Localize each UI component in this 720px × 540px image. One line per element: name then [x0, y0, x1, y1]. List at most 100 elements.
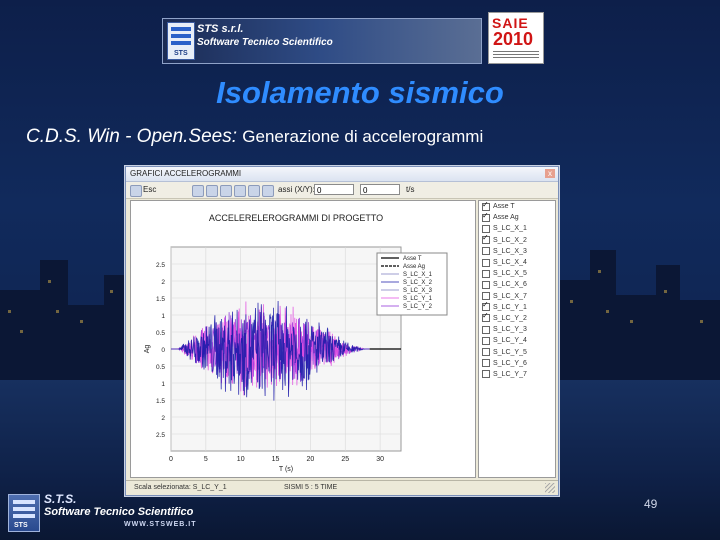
- checklist-label: S_LC_Y_2: [493, 314, 527, 322]
- checkbox[interactable]: [482, 224, 490, 233]
- checklist-label: S_LC_X_7: [493, 292, 527, 300]
- x-tick-label: 5: [204, 456, 208, 463]
- checklist-label: S_LC_X_1: [493, 225, 527, 233]
- window-title: GRAFICI ACCELEROGRAMMI: [130, 169, 242, 178]
- legend-label: S_LC_X_1: [403, 272, 433, 278]
- slide-subtitle: C.D.S. Win - Open.Sees: Generazione di a…: [26, 126, 483, 148]
- checklist-item[interactable]: S_LC_X_1: [479, 223, 555, 234]
- accelerogram-chart: ACCELERELEROGRAMMI DI PROGETTO 2.5 2 1.5 1 0.…: [131, 201, 475, 477]
- footer-website: WWW.STSWEB.IT: [124, 521, 197, 528]
- x-axis-label: T (s): [279, 466, 293, 473]
- y-tick-label: 0.5: [156, 330, 165, 337]
- chart-title: ACCELERELEROGRAMMI DI PROGETTO: [209, 213, 383, 223]
- exit-icon[interactable]: [130, 185, 142, 197]
- checklist-label: S_LC_Y_5: [493, 348, 527, 356]
- footer-logo-text: STS: [14, 522, 28, 529]
- accelerogram-window: GRAFICI ACCELEROGRAMMI x Esc assi (X/Y):…: [125, 166, 559, 496]
- logo-text: STS: [174, 50, 188, 57]
- checkbox[interactable]: [482, 359, 490, 368]
- chart-panel: ACCELERELEROGRAMMI DI PROGETTO 2.5 2 1.5 1 0.…: [130, 200, 476, 478]
- checkbox[interactable]: [482, 269, 490, 278]
- y-tick-label: 1: [161, 381, 165, 388]
- checkbox[interactable]: [482, 280, 490, 289]
- checklist-item[interactable]: Asse T: [479, 201, 555, 212]
- checklist-label: S_LC_X_6: [493, 281, 527, 289]
- checkbox[interactable]: [482, 201, 490, 211]
- x-tick-label: 30: [376, 456, 384, 463]
- y-tick-label: 2.5: [156, 432, 165, 439]
- y-tick-label: 1.5: [156, 398, 165, 405]
- saie-event-logo: SAIE 2010: [488, 12, 544, 64]
- legend-label: S_LC_Y_2: [403, 304, 433, 310]
- checklist-label: S_LC_Y_7: [493, 370, 527, 378]
- checklist-label: S_LC_X_5: [493, 270, 527, 278]
- checklist-item[interactable]: Asse Ag: [479, 211, 555, 223]
- copy-icon[interactable]: [248, 185, 260, 197]
- checklist-label: S_LC_Y_4: [493, 337, 527, 345]
- axes-label: assi (X/Y):: [278, 185, 315, 194]
- checkbox[interactable]: [482, 311, 490, 323]
- checklist-label: S_LC_Y_6: [493, 359, 527, 367]
- checklist-item[interactable]: S_LC_X_2: [479, 233, 555, 246]
- checklist-item[interactable]: S_LC_X_7: [479, 291, 555, 302]
- print-icon[interactable]: [192, 185, 204, 197]
- axis-y-input[interactable]: 0: [360, 184, 400, 195]
- window-titlebar[interactable]: GRAFICI ACCELEROGRAMMI x: [126, 167, 558, 182]
- y-tick-label: 0: [161, 347, 165, 354]
- checkbox[interactable]: [482, 348, 490, 357]
- slide-title: Isolamento sismico: [216, 75, 504, 110]
- checkbox[interactable]: [482, 336, 490, 345]
- zoom-window-icon[interactable]: [234, 185, 246, 197]
- footer-company-abbrev: S.T.S.: [44, 492, 77, 506]
- close-icon[interactable]: x: [545, 169, 555, 178]
- zoom-in-icon[interactable]: [206, 185, 218, 197]
- checklist-label: S_LC_X_4: [493, 259, 527, 267]
- checkbox[interactable]: [482, 325, 490, 334]
- checklist-item[interactable]: S_LC_Y_2: [479, 311, 555, 324]
- legend-label: Asse Ag: [403, 264, 425, 270]
- x-tick-label: 15: [272, 456, 280, 463]
- checkbox[interactable]: [482, 211, 490, 222]
- checklist-item[interactable]: S_LC_Y_5: [479, 346, 555, 357]
- page-number: 49: [644, 497, 658, 511]
- axis-x-input[interactable]: 0: [314, 184, 354, 195]
- legend-label: Asse T: [403, 256, 422, 262]
- sts-logo-icon: STS: [167, 22, 195, 60]
- event-logo-year: 2010: [493, 29, 534, 49]
- checklist-label: S_LC_Y_1: [493, 303, 527, 311]
- y-tick-label: 1: [161, 313, 165, 320]
- sts-footer-logo-icon: STS: [8, 494, 40, 532]
- checklist-item[interactable]: S_LC_X_6: [479, 279, 555, 290]
- checklist-item[interactable]: S_LC_Y_1: [479, 300, 555, 313]
- export-icon[interactable]: [262, 185, 274, 197]
- checklist-item[interactable]: S_LC_X_5: [479, 268, 555, 279]
- checklist-item[interactable]: S_LC_X_4: [479, 257, 555, 268]
- checklist-label: Asse T: [493, 203, 515, 211]
- zoom-out-icon[interactable]: [220, 185, 232, 197]
- checkbox[interactable]: [482, 233, 490, 245]
- subtitle-text: Generazione di accelerogrammi: [242, 127, 484, 146]
- company-banner: STS STS s.r.l. Software Tecnico Scientif…: [162, 18, 482, 64]
- checklist-item[interactable]: S_LC_Y_3: [479, 324, 555, 335]
- checkbox[interactable]: [482, 300, 490, 312]
- checklist-item[interactable]: S_LC_Y_7: [479, 369, 555, 380]
- company-tagline: Software Tecnico Scientifico: [197, 37, 333, 48]
- legend-label: S_LC_X_3: [403, 288, 433, 294]
- subtitle-program: C.D.S. Win - Open.Sees:: [26, 126, 238, 147]
- checkbox[interactable]: [482, 247, 490, 256]
- checkbox[interactable]: [482, 292, 490, 301]
- esc-label: Esc: [143, 185, 157, 194]
- resize-grip-icon[interactable]: [545, 483, 555, 493]
- checkbox[interactable]: [482, 370, 490, 379]
- x-tick-label: 0: [169, 456, 173, 463]
- y-tick-label: 2: [161, 279, 165, 286]
- window-toolbar: Esc assi (X/Y): 0 0 t/s: [126, 182, 558, 199]
- checklist-label: Asse Ag: [493, 214, 519, 222]
- units-label: t/s: [406, 185, 415, 194]
- legend-label: S_LC_Y_1: [403, 296, 433, 302]
- checklist-item[interactable]: S_LC_X_3: [479, 246, 555, 257]
- checklist-item[interactable]: S_LC_Y_6: [479, 358, 555, 369]
- checklist-label: S_LC_X_2: [493, 236, 527, 244]
- checklist-item[interactable]: S_LC_Y_4: [479, 335, 555, 346]
- checkbox[interactable]: [482, 258, 490, 267]
